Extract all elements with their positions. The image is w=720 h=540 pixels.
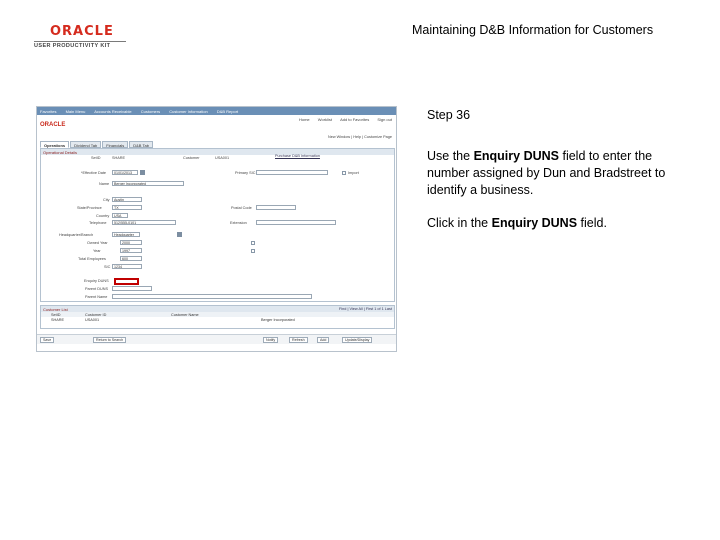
page-tabs: Operations Dividend Tab Financials D&B Tab xyxy=(40,141,154,148)
parent-duns-field[interactable] xyxy=(112,286,152,291)
postal-code-label: Postal Code xyxy=(231,206,252,210)
col-setid[interactable]: SetID xyxy=(51,313,61,317)
setid-value: SHARE xyxy=(112,156,126,160)
app-header: Favorites Main Menu Accounts Receivable … xyxy=(37,107,396,135)
grid-navigation[interactable]: Find | View All | First 1 of 1 Last xyxy=(339,307,392,311)
menu-dnb-report[interactable]: D&B Report xyxy=(217,109,238,114)
year-field[interactable]: 1997 xyxy=(120,248,142,253)
menu-customers[interactable]: Customers xyxy=(141,109,160,114)
link-worklist[interactable]: Worklist xyxy=(318,117,332,122)
add-button[interactable]: Add xyxy=(317,337,330,343)
primary-sic-label: Primary SIC xyxy=(235,171,256,175)
menu-favorites[interactable]: Favorites xyxy=(40,109,56,114)
page-toolbar: Save Return to Search Notify Refresh Add… xyxy=(37,334,396,344)
headquarter-branch-label: Headquarter/Branch xyxy=(59,233,94,237)
primary-sic-field[interactable] xyxy=(256,170,328,175)
refresh-button[interactable]: Refresh xyxy=(289,337,308,343)
extension-field[interactable] xyxy=(256,220,336,225)
logo-divider xyxy=(34,41,126,42)
grid-title: Customer List xyxy=(43,306,68,312)
import-checkbox[interactable] xyxy=(342,171,346,175)
breadcrumb-menu: Favorites Main Menu Accounts Receivable … xyxy=(37,107,396,115)
page-links[interactable]: New Window | Help | Customize Page xyxy=(328,135,392,139)
app-screenshot: Favorites Main Menu Accounts Receivable … xyxy=(36,106,397,352)
return-to-search-button[interactable]: Return to Search xyxy=(93,337,127,343)
action-post: field. xyxy=(577,216,607,230)
oracle-wordmark: ORACLE xyxy=(50,24,114,39)
owned-year-field[interactable]: 2000 xyxy=(120,240,142,245)
parent-duns-label: Parent DUNS xyxy=(85,287,109,291)
oracle-upk-logo: ORACLE USER PRODUCTIVITY KIT xyxy=(34,24,126,49)
effective-date-field[interactable]: 01/01/2013 xyxy=(112,170,138,175)
option-checkbox-2[interactable] xyxy=(251,249,255,253)
name-field[interactable]: Berger Incorporated xyxy=(112,181,184,186)
table-row[interactable]: SHARE USA001 Berger Incorporated xyxy=(41,317,394,323)
owned-year-label: Owned Year xyxy=(87,241,108,245)
city-field[interactable]: Austin xyxy=(112,197,142,202)
tab-dnb[interactable]: D&B Tab xyxy=(129,141,153,148)
instruction-pre: Use the xyxy=(427,149,474,163)
col-customer-id[interactable]: Customer ID xyxy=(85,313,106,317)
country-field[interactable]: USA xyxy=(112,213,128,218)
cell-customer-name: Berger Incorporated xyxy=(261,317,295,322)
tab-operations[interactable]: Operations xyxy=(40,141,70,148)
sic-field[interactable]: 1234 xyxy=(112,264,142,269)
save-button[interactable]: Save xyxy=(40,337,55,343)
cell-setid: SHARE xyxy=(51,317,65,322)
link-add-favorites[interactable]: Add to Favorites xyxy=(340,117,369,122)
customer-list-grid: Customer List Find | View All | First 1 … xyxy=(40,305,395,329)
parent-name-field[interactable] xyxy=(112,294,312,299)
cell-customer-id: USA001 xyxy=(85,317,100,322)
link-home[interactable]: Home xyxy=(299,117,310,122)
setid-label: SetID xyxy=(91,156,101,160)
state-label: State/Province xyxy=(77,206,102,210)
parent-name-label: Parent Name xyxy=(85,295,108,299)
sic-label: SIC xyxy=(104,265,111,269)
calendar-icon[interactable] xyxy=(140,170,145,175)
col-customer-name[interactable]: Customer Name xyxy=(171,313,199,317)
name-label: Name xyxy=(99,182,110,186)
menu-main[interactable]: Main Menu xyxy=(66,109,86,114)
step-label: Step 36 xyxy=(427,108,471,122)
telephone-field[interactable]: 512/555-0101 xyxy=(112,220,176,225)
extension-label: Extension xyxy=(230,221,247,225)
enquiry-duns-field[interactable] xyxy=(114,278,139,285)
slide-title: Maintaining D&B Information for Customer… xyxy=(412,23,654,37)
action-text: Click in the Enquiry DUNS field. xyxy=(427,215,697,232)
action-field-name: Enquiry DUNS xyxy=(491,216,578,230)
total-employees-label: Total Employees xyxy=(78,257,106,261)
dropdown-icon[interactable] xyxy=(177,232,182,237)
import-label: Import xyxy=(348,171,359,175)
notify-button[interactable]: Notify xyxy=(263,337,279,343)
action-pre: Click in the xyxy=(427,216,492,230)
option-checkbox-1[interactable] xyxy=(251,241,255,245)
country-label: Country xyxy=(96,214,110,218)
state-field[interactable]: TX xyxy=(112,205,142,210)
customer-label: Customer xyxy=(183,156,200,160)
customer-value: USA001 xyxy=(215,156,230,160)
link-sign-out[interactable]: Sign out xyxy=(377,117,392,122)
panel-title: Operational Details xyxy=(41,149,394,155)
tab-financials[interactable]: Financials xyxy=(102,141,129,148)
total-employees-field[interactable]: 600 xyxy=(120,256,142,261)
product-name: USER PRODUCTIVITY KIT xyxy=(34,43,111,49)
headquarter-branch-select[interactable]: Headquarter xyxy=(112,232,140,237)
enquiry-duns-label: Enquiry DUNS xyxy=(84,279,109,283)
year-label: Year xyxy=(93,249,101,253)
telephone-label: Telephone xyxy=(89,221,107,225)
top-links: Home Worklist Add to Favorites Sign out xyxy=(292,117,392,122)
city-label: City xyxy=(103,198,110,202)
postal-code-field[interactable] xyxy=(256,205,296,210)
purchase-dnb-link[interactable]: Purchase D&B Information xyxy=(275,154,320,158)
menu-customer-information[interactable]: Customer Information xyxy=(169,109,207,114)
instruction-field-name: Enquiry DUNS xyxy=(473,149,559,163)
instruction-text: Use the Enquiry DUNS field to enter the … xyxy=(427,148,697,199)
menu-accounts-receivable[interactable]: Accounts Receivable xyxy=(94,109,131,114)
app-oracle-logo: ORACLE xyxy=(40,122,66,128)
update-display-button[interactable]: Update/Display xyxy=(342,337,373,343)
tab-dividend[interactable]: Dividend Tab xyxy=(70,141,102,148)
effective-date-label: *Effective Date xyxy=(81,171,107,175)
